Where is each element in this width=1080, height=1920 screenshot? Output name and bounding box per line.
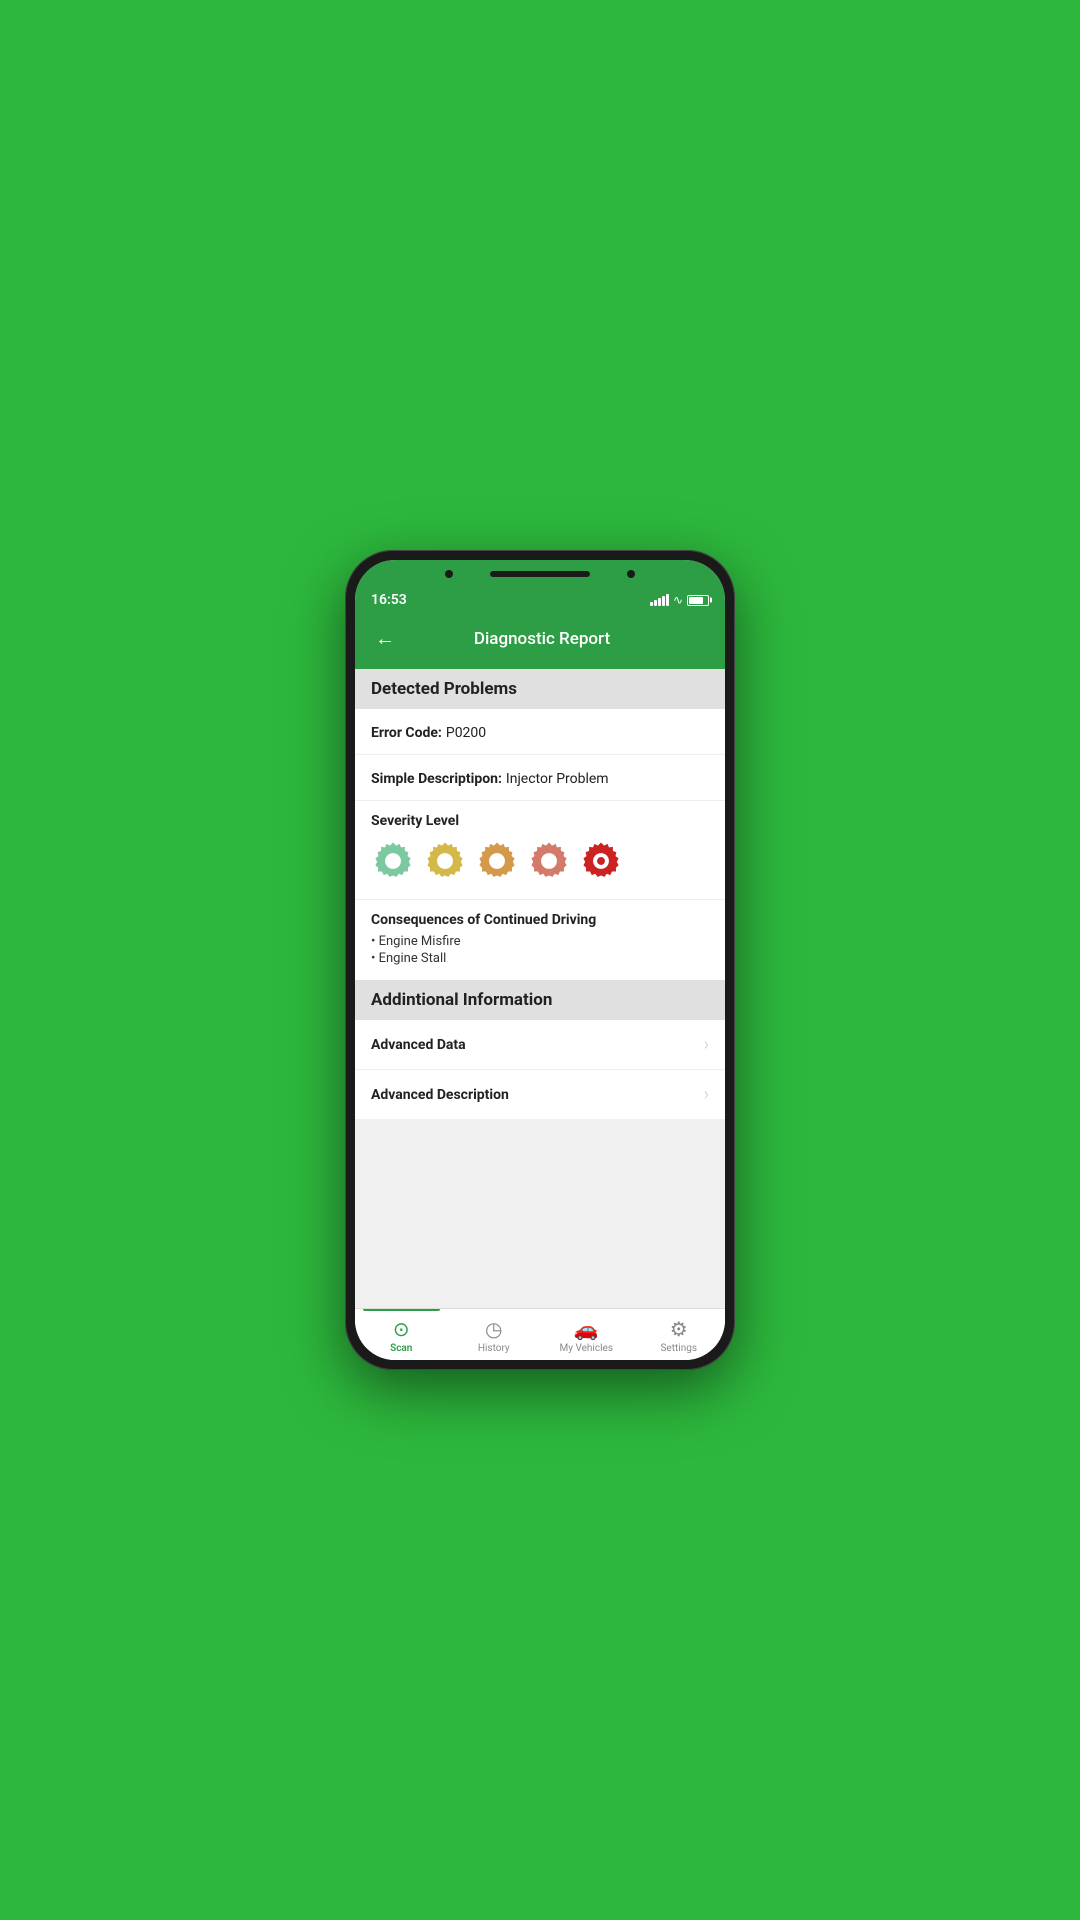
simple-desc-label: Simple Descriptipon: [371, 771, 502, 787]
nav-label-3: Settings [660, 1343, 697, 1354]
nav-icon-vehicles: 🚗 [574, 1317, 599, 1341]
additional-info-title: Addintional Information [371, 990, 552, 1010]
back-button[interactable]: ← [371, 622, 399, 655]
error-code-value: P0200 [446, 725, 486, 741]
problems-card: Error Code: P0200 Simple Descriptipon: I… [355, 709, 725, 980]
severity-icons [371, 839, 709, 883]
nav-label-0: Scan [390, 1343, 412, 1354]
additional-info-header: Addintional Information [355, 980, 725, 1020]
nav-icon-settings: ⚙ [670, 1317, 688, 1341]
additional-info-label-0: Advanced Data [371, 1037, 466, 1053]
consequences-title: Consequences of Continued Driving [371, 912, 709, 928]
page-title: Diagnostic Report [407, 629, 677, 649]
severity-row: Severity Level [355, 801, 725, 900]
main-content: Detected Problems Error Code: P0200 Simp… [355, 669, 725, 1308]
battery-icon [687, 595, 709, 606]
chevron-right-icon-0: › [704, 1034, 709, 1055]
nav-label-2: My Vehicles [560, 1343, 613, 1354]
nav-label-1: History [478, 1343, 510, 1354]
consequence-item: • Engine Stall [371, 951, 709, 966]
severity-label: Severity Level [371, 813, 709, 829]
additional-info-item-1[interactable]: Advanced Description › [355, 1070, 725, 1119]
camera-right [627, 570, 635, 578]
signal-icon [650, 594, 669, 606]
phone-screen: 16:53 ∿ ← Diagnostic Report [355, 560, 725, 1360]
severity-gear-2 [423, 839, 467, 883]
nav-icon-history: ◷ [485, 1317, 502, 1341]
additional-info-item-0[interactable]: Advanced Data › [355, 1020, 725, 1070]
status-bar: 16:53 ∿ [355, 588, 725, 612]
page-header: ← Diagnostic Report [355, 612, 725, 669]
simple-desc-row: Simple Descriptipon: Injector Problem [355, 755, 725, 801]
error-code-label: Error Code: [371, 725, 442, 741]
status-time: 16:53 [371, 592, 407, 608]
nav-icon-scan: ⊙ [393, 1317, 410, 1341]
notch-bar [490, 571, 590, 577]
additional-info-label-1: Advanced Description [371, 1087, 509, 1103]
phone-notch [355, 560, 725, 588]
severity-gear-5 [579, 839, 623, 883]
chevron-right-icon-1: › [704, 1084, 709, 1105]
status-icons: ∿ [650, 593, 709, 607]
severity-gear-4 [527, 839, 571, 883]
additional-info-card: Advanced Data › Advanced Description › [355, 1020, 725, 1119]
simple-desc-value: Injector Problem [506, 771, 609, 787]
consequences-list: • Engine Misfire • Engine Stall [371, 934, 709, 966]
bottom-nav: ⊙ Scan ◷ History 🚗 My Vehicles ⚙ Settings [355, 1308, 725, 1360]
nav-item-my-vehicles[interactable]: 🚗 My Vehicles [540, 1309, 633, 1360]
severity-gear-3 [475, 839, 519, 883]
wifi-icon: ∿ [673, 593, 683, 607]
nav-item-scan[interactable]: ⊙ Scan [355, 1309, 448, 1360]
nav-item-settings[interactable]: ⚙ Settings [633, 1309, 726, 1360]
camera-left [445, 570, 453, 578]
severity-gear-1 [371, 839, 415, 883]
error-code-row: Error Code: P0200 [355, 709, 725, 755]
nav-item-history[interactable]: ◷ History [448, 1309, 541, 1360]
phone-frame: 16:53 ∿ ← Diagnostic Report [345, 550, 735, 1370]
consequence-item: • Engine Misfire [371, 934, 709, 949]
detected-problems-header: Detected Problems [355, 669, 725, 709]
detected-problems-title: Detected Problems [371, 679, 517, 699]
consequences-row: Consequences of Continued Driving • Engi… [355, 900, 725, 980]
